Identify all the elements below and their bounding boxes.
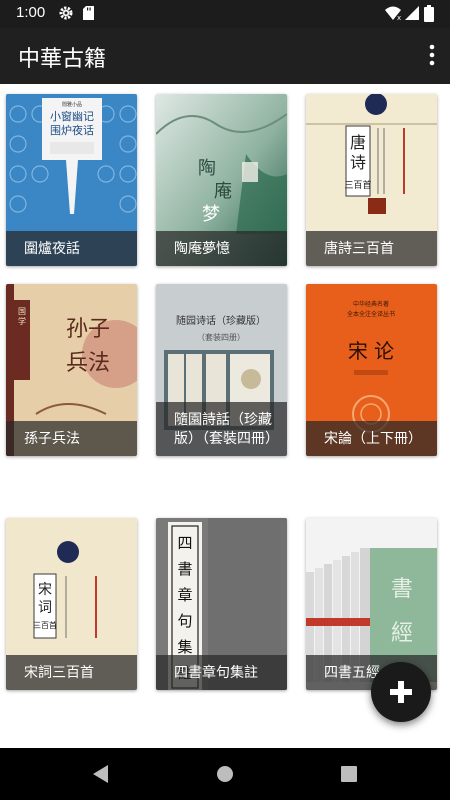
status-bar: 1:00 x	[0, 0, 450, 28]
svg-text:唐: 唐	[350, 133, 366, 152]
svg-text:梦: 梦	[202, 204, 220, 225]
book-card[interactable]: 宋 词 三百首 宋詞三百首	[6, 518, 137, 690]
book-title: 陶庵夢憶	[156, 231, 287, 266]
more-vert-icon[interactable]	[428, 44, 436, 66]
svg-text:閒雅小品: 閒雅小品	[62, 101, 82, 108]
add-icon	[390, 681, 412, 703]
svg-text:围炉夜话: 围炉夜话	[50, 123, 94, 137]
app-bar: 中華古籍	[0, 28, 450, 84]
status-time: 1:00	[16, 4, 46, 21]
book-card[interactable]: 随园诗话（珍藏版） （套装四册） 隨園詩話（珍藏版）（套裝四冊）	[156, 284, 287, 456]
book-card[interactable]: 陶 庵 梦 陶庵夢憶	[156, 94, 287, 266]
book-title: 唐詩三百首	[306, 231, 437, 266]
svg-text:兵法: 兵法	[66, 351, 110, 376]
svg-text:集: 集	[177, 638, 192, 656]
app-title: 中華古籍	[18, 47, 107, 72]
svg-text:章: 章	[177, 586, 192, 604]
svg-text:庵: 庵	[214, 181, 232, 202]
book-title: 圍爐夜話	[6, 231, 137, 266]
svg-text:書: 書	[391, 577, 413, 602]
home-icon[interactable]	[216, 764, 234, 788]
book-title: 宋論（上下冊）	[306, 421, 437, 456]
book-grid: 閒雅小品 小窗幽记 围炉夜话 圍爐夜話 陶 庵 梦 陶庵夢憶 唐 诗 三百首 唐…	[0, 84, 450, 748]
wifi-icon: x	[384, 5, 402, 25]
svg-text:孙子: 孙子	[66, 317, 110, 342]
svg-text:学: 学	[18, 316, 26, 326]
gear-icon	[58, 5, 74, 25]
svg-text:全本全注全译丛书: 全本全注全译丛书	[347, 310, 395, 318]
book-card[interactable]: 中华经典名著 全本全注全译丛书 宋 论 宋論（上下冊）	[306, 284, 437, 456]
book-title: 孫子兵法	[6, 421, 137, 456]
svg-text:宋: 宋	[38, 582, 52, 598]
svg-text:随园诗话（珍藏版）: 随园诗话（珍藏版）	[176, 314, 266, 327]
svg-text:三百首: 三百首	[344, 179, 371, 191]
book-card[interactable]: 国 学 孙子 兵法 孫子兵法	[6, 284, 137, 456]
book-card[interactable]: 唐 诗 三百首 唐詩三百首	[306, 94, 437, 266]
svg-text:句: 句	[177, 612, 192, 630]
book-title: 宋詞三百首	[6, 655, 137, 690]
svg-text:诗: 诗	[350, 153, 366, 172]
svg-text:三百首: 三百首	[33, 620, 57, 630]
back-icon[interactable]	[92, 764, 110, 788]
signal-icon	[404, 5, 420, 25]
svg-text:書: 書	[177, 560, 192, 578]
book-card[interactable]: 閒雅小品 小窗幽记 围炉夜话 圍爐夜話	[6, 94, 137, 266]
svg-text:（套装四册）: （套装四册）	[197, 332, 245, 342]
svg-text:小窗幽记: 小窗幽记	[50, 109, 94, 123]
svg-text:词: 词	[38, 600, 52, 616]
sd-card-icon	[82, 5, 95, 25]
svg-text:四: 四	[177, 534, 192, 552]
book-title: 隨園詩話（珍藏版）（套裝四冊）	[156, 402, 287, 456]
add-book-button[interactable]	[371, 662, 431, 722]
navigation-bar	[0, 748, 450, 800]
svg-text:国: 国	[18, 307, 26, 316]
svg-text:x: x	[397, 14, 401, 21]
book-title: 四書章句集註	[156, 655, 287, 690]
battery-icon	[424, 5, 434, 26]
svg-text:經: 經	[391, 621, 413, 646]
svg-text:宋 论: 宋 论	[348, 339, 394, 363]
recents-icon[interactable]	[340, 764, 358, 788]
book-card[interactable]: 四 書 章 句 集 註 四書章句集註	[156, 518, 287, 690]
svg-text:中华经典名著: 中华经典名著	[353, 300, 389, 308]
svg-text:陶: 陶	[198, 158, 216, 179]
